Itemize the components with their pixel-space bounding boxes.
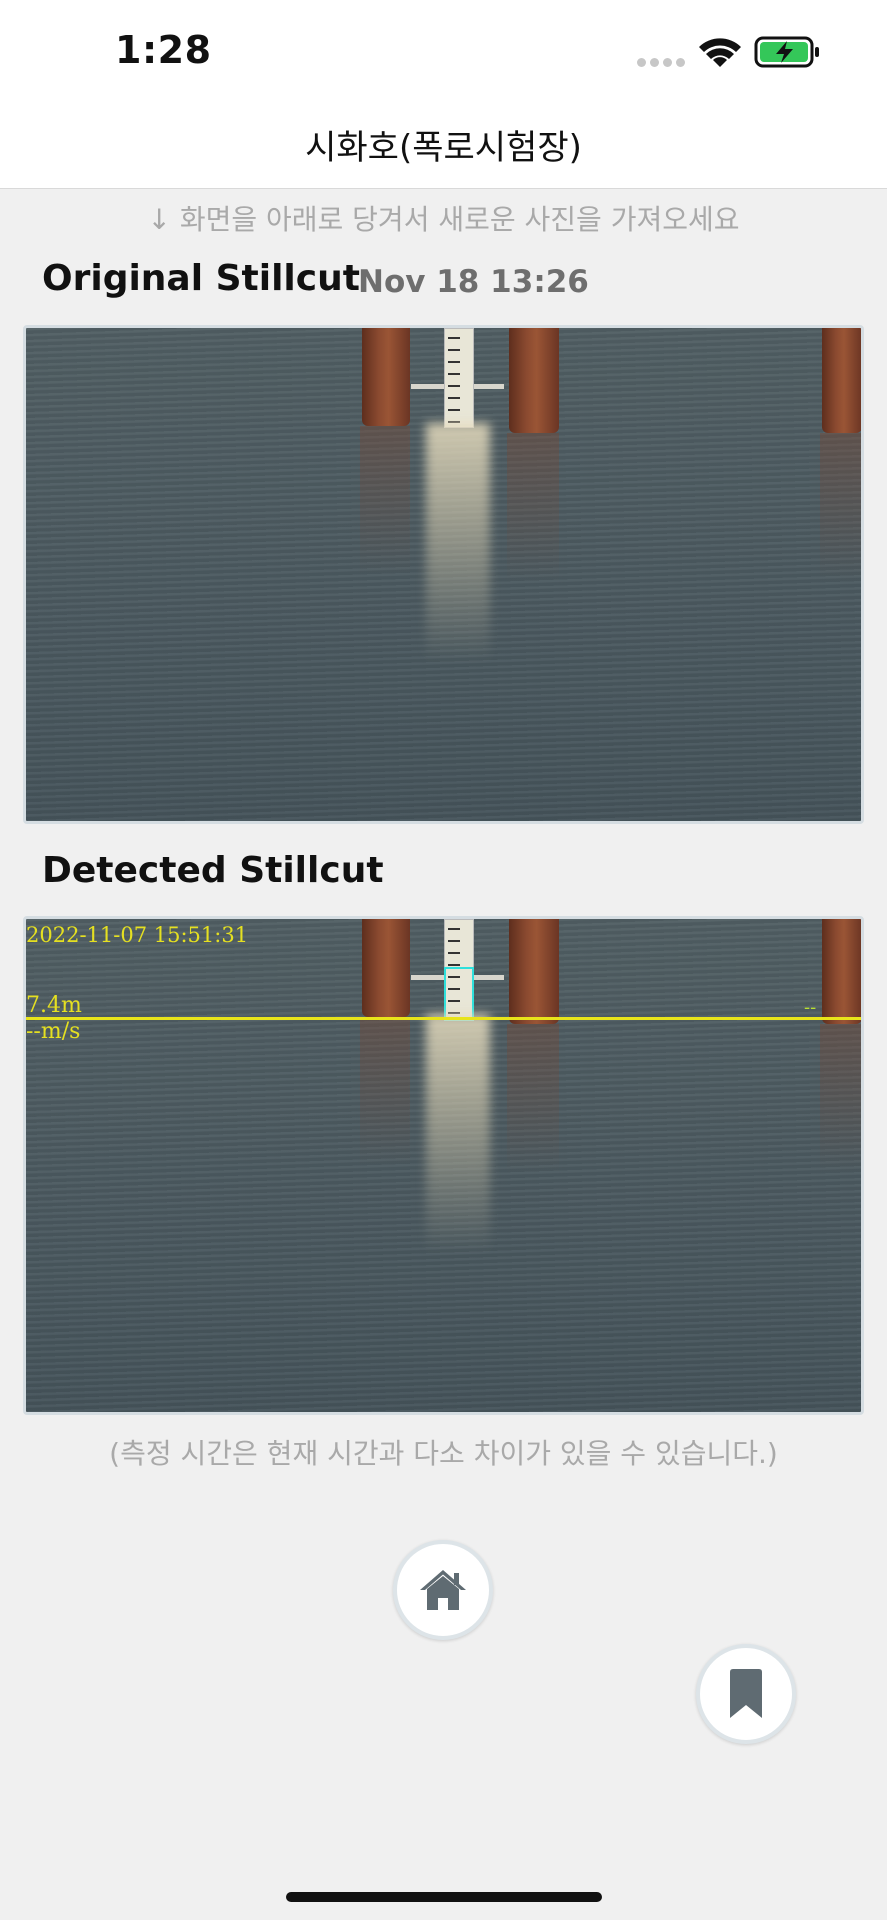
bookmark-icon bbox=[730, 1669, 762, 1718]
overlay-datetime: 2022-11-07 15:51:31 bbox=[26, 923, 249, 947]
home-button[interactable] bbox=[393, 1540, 493, 1640]
overlay-velocity: --m/s bbox=[26, 1019, 81, 1044]
capture-timestamp: Nov 18 13:26 bbox=[358, 264, 589, 300]
staff-gauge bbox=[444, 328, 474, 428]
original-stillcut-title: Original Stillcut bbox=[42, 258, 360, 299]
pillar bbox=[509, 328, 559, 433]
overlay-water-level: 7.4m bbox=[26, 993, 82, 1018]
pillar bbox=[822, 919, 861, 1024]
pillar bbox=[362, 328, 410, 426]
original-stillcut-image bbox=[23, 325, 864, 824]
wifi-icon bbox=[699, 38, 741, 67]
overlay-right-marker: -- bbox=[804, 997, 817, 1018]
detected-stillcut-image: 2022-11-07 15:51:31 7.4m --m/s -- bbox=[23, 916, 864, 1415]
top-bar: 1:28 시화호(폭로시험장) bbox=[0, 0, 887, 189]
page-title: 시화호(폭로시험장) bbox=[305, 128, 582, 168]
home-indicator[interactable] bbox=[286, 1892, 602, 1902]
battery-charging-icon bbox=[754, 36, 819, 68]
app-screen: 1:28 시화호(폭로시험장) ↓ 화면을 아래로 당겨서 새로운 사진을 가져… bbox=[0, 0, 887, 1920]
pull-to-refresh-hint: ↓ 화면을 아래로 당겨서 새로운 사진을 가져오세요 bbox=[147, 203, 740, 236]
detected-stillcut-title: Detected Stillcut bbox=[42, 850, 384, 891]
gauge-detection-box bbox=[444, 967, 474, 1021]
measurement-time-note: (측정 시간은 현재 시간과 다소 차이가 있을 수 있습니다.) bbox=[109, 1437, 778, 1470]
water-level-line bbox=[26, 1017, 861, 1020]
cellular-signal-icon bbox=[637, 58, 685, 68]
pillar bbox=[509, 919, 559, 1024]
status-time: 1:28 bbox=[115, 28, 212, 72]
home-icon bbox=[420, 1570, 466, 1610]
pillar bbox=[822, 328, 861, 433]
bookmark-button[interactable] bbox=[696, 1644, 796, 1744]
pillar bbox=[362, 919, 410, 1017]
